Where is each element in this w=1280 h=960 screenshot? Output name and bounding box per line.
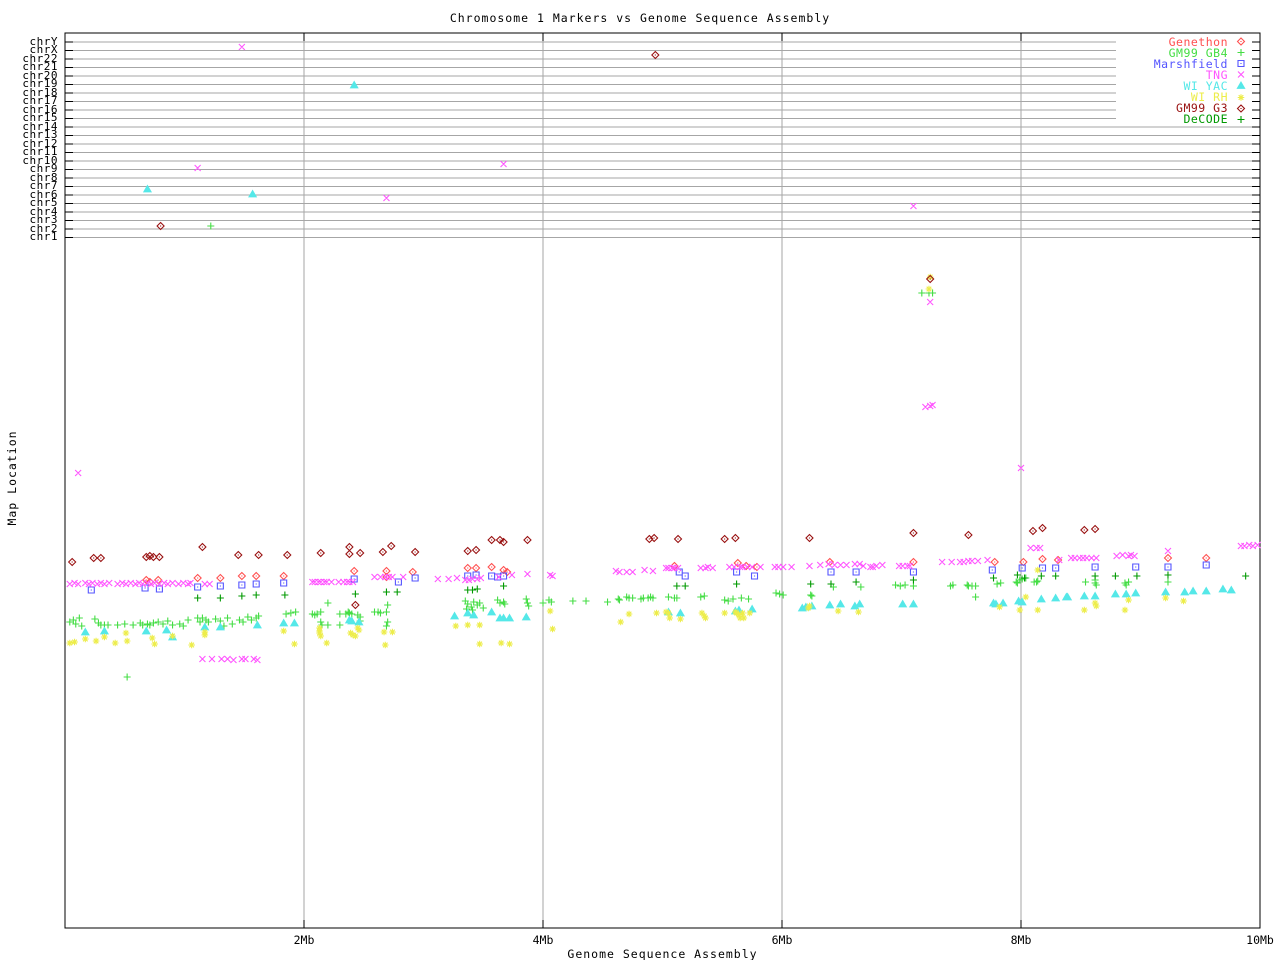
- legend-marker-icon: [1236, 81, 1246, 90]
- y-tick-label-chr1: chr1: [29, 230, 58, 244]
- series-wi-yac: [80, 80, 1236, 641]
- legend-entry-decode: DeCODE: [1118, 112, 1250, 127]
- legend-marker-icon: [1237, 60, 1245, 68]
- legend-marker-icon: [1236, 103, 1246, 113]
- x-axis-title: Genome Sequence Assembly: [567, 947, 758, 960]
- legend-marker-icon: [1237, 115, 1245, 123]
- series-tng: [66, 43, 1261, 664]
- legend-marker-icon: [1236, 37, 1246, 46]
- x-tick-label-4Mb: 4Mb: [532, 933, 554, 947]
- x-tick-label-6Mb: 6Mb: [771, 933, 793, 947]
- legend-label: DeCODE: [1183, 112, 1228, 127]
- plot-border: [64, 32, 1261, 929]
- chromosome-gridlines: [65, 41, 1260, 238]
- x-tick-label-8Mb: 8Mb: [1010, 933, 1032, 947]
- scatter-plot-canvas: [64, 32, 1261, 929]
- series-wi-rh: [66, 273, 1187, 649]
- series-gm99-gb4: [66, 222, 1172, 681]
- chart-title: Chromosome 1 Markers vs Genome Sequence …: [449, 11, 831, 25]
- x-tick-label-2Mb: 2Mb: [293, 933, 315, 947]
- legend-marker-icon: [1237, 49, 1245, 57]
- x-tick-label-10Mb: 10Mb: [1246, 933, 1274, 947]
- mb-gridlines: [303, 33, 1022, 928]
- chromosome-marker-chart: Chromosome 1 Markers vs Genome Sequence …: [0, 0, 1280, 960]
- legend-marker-icon: [1237, 71, 1245, 79]
- legend-marker-icon: [1237, 93, 1245, 101]
- legend: Genethon GM99 GB4 Marshfield TNG WI YAC WI RH…: [1118, 35, 1250, 127]
- axis-ticks: [65, 33, 1261, 928]
- y-axis-title: Map Location: [5, 430, 19, 526]
